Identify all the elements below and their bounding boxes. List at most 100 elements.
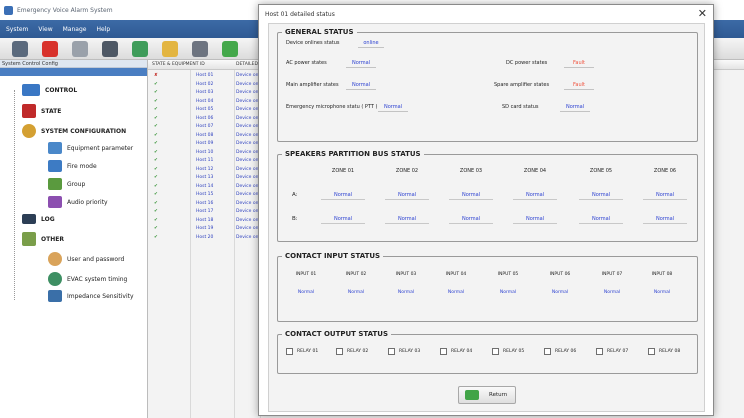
checkbox-box[interactable] <box>492 348 499 355</box>
input-value: Normal <box>447 290 465 295</box>
checkbox-box[interactable] <box>596 348 603 355</box>
power-icon[interactable] <box>42 40 58 57</box>
tools-icon[interactable] <box>72 40 88 57</box>
refresh-icon[interactable] <box>222 40 238 57</box>
input-header: INPUT 01 <box>295 272 317 277</box>
detail-text: Device on <box>236 217 259 223</box>
log-icon <box>22 214 36 224</box>
sidebar-item-other[interactable]: OTHER <box>22 232 64 246</box>
sidebar-item-label: EVAC system timing <box>67 275 128 283</box>
relay-label: RELAY 08 <box>659 349 681 354</box>
menu-help[interactable]: Help <box>96 26 110 33</box>
input-value: Normal <box>397 290 415 295</box>
detail-text: Device on <box>236 149 259 155</box>
sidebar-item-label: Impedance Sensitivity <box>67 292 134 300</box>
user-icon[interactable] <box>12 40 28 57</box>
ok-check-icon: ✔ <box>154 226 158 231</box>
sidebar-item-control[interactable]: CONTROL <box>22 84 77 96</box>
speaker-icon[interactable] <box>192 40 208 57</box>
sidebar-item-group[interactable]: Group <box>48 178 85 190</box>
zone-a-value: Normal <box>513 191 557 200</box>
sidebar-item-audio-priority[interactable]: Audio priority <box>48 196 108 208</box>
detail-text: Device on <box>236 124 259 129</box>
ok-check-icon: ✔ <box>154 175 158 180</box>
input-header: INPUT 05 <box>497 272 519 277</box>
zone-header: ZONE 06 <box>653 168 677 174</box>
network-icon[interactable] <box>132 40 148 57</box>
relay-checkbox[interactable]: RELAY 07 <box>596 348 628 355</box>
relay-checkbox[interactable]: RELAY 08 <box>648 348 680 355</box>
star-icon[interactable] <box>162 40 178 57</box>
contact-output-title: CONTACT OUTPUT STATUS <box>285 330 389 338</box>
save-icon[interactable] <box>102 40 118 57</box>
relay-checkbox[interactable]: RELAY 03 <box>388 348 420 355</box>
zone-header: ZONE 05 <box>589 168 613 174</box>
device-online-label: Device onlines status <box>286 40 340 46</box>
ok-check-icon: ✔ <box>154 200 158 206</box>
menu-view[interactable]: View <box>38 26 52 33</box>
host-id: Host 17 <box>196 209 214 214</box>
sidebar-item-system-configuration[interactable]: SYSTEM CONFIGURATION <box>22 124 126 138</box>
relay-checkbox[interactable]: RELAY 06 <box>544 348 576 355</box>
sidebar-item-equipment-parameter[interactable]: Equipment parameter <box>48 142 133 154</box>
relay-label: RELAY 06 <box>555 349 577 354</box>
zone-b-value: Normal <box>643 215 687 224</box>
menu-manage[interactable]: Manage <box>63 26 87 33</box>
user-icon <box>48 252 62 266</box>
sidebar-item-evac-system-timing[interactable]: EVAC system timing <box>48 272 127 286</box>
host-id: Host 11 <box>196 158 214 163</box>
row-b-label: B: <box>292 216 298 222</box>
detail-text: Device on <box>236 132 259 138</box>
input-header: INPUT 06 <box>549 272 571 277</box>
host-id: Host 18 <box>196 217 214 223</box>
checkbox-box[interactable] <box>544 348 551 355</box>
ok-check-icon: ✔ <box>154 158 158 163</box>
host-id: Host 03 <box>196 90 214 95</box>
sidebar-item-label: Group <box>67 180 86 188</box>
checkbox-box[interactable] <box>336 348 343 355</box>
close-icon[interactable]: ✕ <box>698 7 707 20</box>
host-id: Host 08 <box>196 132 214 138</box>
column-detailed[interactable]: DETAILED <box>236 62 258 67</box>
relay-checkbox[interactable]: RELAY 01 <box>286 348 318 355</box>
zone-a-value: Normal <box>579 191 623 200</box>
return-button[interactable]: Return <box>458 386 516 404</box>
detail-text: Device on <box>236 98 259 104</box>
host-status-dialog: Host 01 detailed status ✕ GENERAL STATUS… <box>258 4 714 416</box>
checkbox-box[interactable] <box>388 348 395 355</box>
relay-label: RELAY 07 <box>607 349 629 354</box>
detail-text: Device on <box>236 90 259 95</box>
zone-b-value: Normal <box>385 215 429 224</box>
sidebar-item-impedance-sensitivity[interactable]: Impedance Sensitivity <box>48 290 134 302</box>
sidebar-item-log[interactable]: LOG <box>22 214 55 224</box>
menu-system[interactable]: System <box>6 26 28 33</box>
sidebar-item-label: OTHER <box>41 235 64 243</box>
detail-text: Device on <box>236 226 259 231</box>
input-value: Normal <box>653 290 671 295</box>
ok-check-icon: ✔ <box>154 90 158 95</box>
host-id: Host 15 <box>196 192 214 197</box>
detail-text: Device on <box>236 158 259 163</box>
zone-header: ZONE 01 <box>331 168 355 174</box>
sidebar-item-fire-mode[interactable]: Fire mode <box>48 160 97 172</box>
sidebar-item-user-and-password[interactable]: User and password <box>48 252 124 266</box>
spare-amp-value: Fault <box>564 81 594 90</box>
sidebar-subheader <box>0 68 147 76</box>
checkbox-box[interactable] <box>648 348 655 355</box>
equipment-icon <box>48 142 62 154</box>
detail-text: Device on <box>236 73 259 78</box>
sidebar-item-state[interactable]: STATE <box>22 104 61 118</box>
relay-checkbox[interactable]: RELAY 04 <box>440 348 472 355</box>
host-id: Host 04 <box>196 98 214 104</box>
relay-checkbox[interactable]: RELAY 02 <box>336 348 368 355</box>
speakers-partition-group: SPEAKERS PARTITION BUS STATUS ZONE 01 ZO… <box>277 150 698 242</box>
ok-check-icon: ✔ <box>154 149 158 155</box>
relay-checkbox[interactable]: RELAY 05 <box>492 348 524 355</box>
checkbox-box[interactable] <box>440 348 447 355</box>
general-status-group: GENERAL STATUS Device onlines status onl… <box>277 28 698 142</box>
host-id: Host 19 <box>196 226 214 231</box>
column-state-equipment[interactable]: STATE & EQUIPMENT ID <box>152 62 205 67</box>
return-icon <box>465 390 479 400</box>
dc-power-label: DC power states <box>506 60 548 66</box>
checkbox-box[interactable] <box>286 348 293 355</box>
